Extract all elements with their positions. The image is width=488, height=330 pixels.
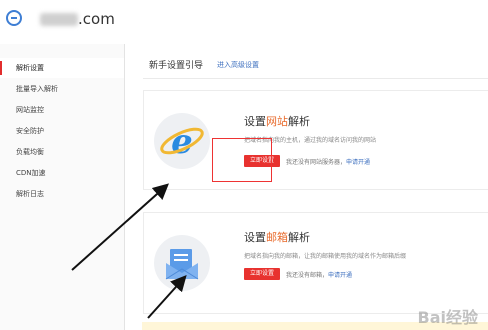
sidebar: 解析设置 批量导入解析 网站监控 安全防护 负载均衡 CDN加速 解析日志 <box>0 44 125 330</box>
domain-suffix: .com <box>78 10 115 28</box>
email-setup-button[interactable]: 立即设置 <box>244 268 280 280</box>
advanced-settings-link[interactable]: 进入高级设置 <box>217 60 259 70</box>
sidebar-item-site-monitor[interactable]: 网站监控 <box>0 100 124 120</box>
email-card-note: 我还没有邮箱，申请开通 <box>286 272 353 279</box>
sidebar-item-security[interactable]: 安全防护 <box>0 121 124 141</box>
page-title: 新手设置引导 <box>149 61 204 71</box>
sidebar-item-dns-settings[interactable]: 解析设置 <box>0 58 124 78</box>
sidebar-item-cdn[interactable]: CDN加速 <box>0 163 124 183</box>
website-card-note: 我还没有网站服务器，申请开通 <box>286 159 371 166</box>
mail-icon <box>154 235 210 291</box>
website-apply-link[interactable]: 申请开通 <box>346 159 370 166</box>
highlight-box <box>212 138 272 182</box>
sidebar-item-load-balance[interactable]: 负载均衡 <box>0 142 124 162</box>
email-apply-link[interactable]: 申请开通 <box>328 272 352 279</box>
main-content: 新手设置引导 进入高级设置 e 设置网站解析 把域名指向我的主机，通过我的域名访… <box>125 44 488 330</box>
email-card-description: 把域名指向我的邮箱，让我的邮箱使用我的域名作为邮箱后缀 <box>244 253 407 260</box>
website-dns-card: e 设置网站解析 把域名指向我的主机，通过我的域名访问我的网站 立即设置 我还没… <box>143 90 488 190</box>
watermark: Bai经验 <box>417 308 478 327</box>
header-bar: .com <box>0 0 488 45</box>
sidebar-item-dns-log[interactable]: 解析日志 <box>0 184 124 204</box>
email-card-title: 设置邮箱解析 <box>244 231 310 244</box>
ie-browser-icon: e <box>154 113 210 169</box>
divider <box>143 78 488 79</box>
blurred-domain-name <box>40 13 78 26</box>
svg-text:e: e <box>171 122 193 162</box>
email-dns-card: 设置邮箱解析 把域名指向我的邮箱，让我的邮箱使用我的域名作为邮箱后缀 立即设置 … <box>143 212 488 314</box>
sidebar-item-batch-import[interactable]: 批量导入解析 <box>0 79 124 99</box>
site-logo-icon[interactable] <box>6 10 22 26</box>
website-card-title: 设置网站解析 <box>244 115 310 128</box>
